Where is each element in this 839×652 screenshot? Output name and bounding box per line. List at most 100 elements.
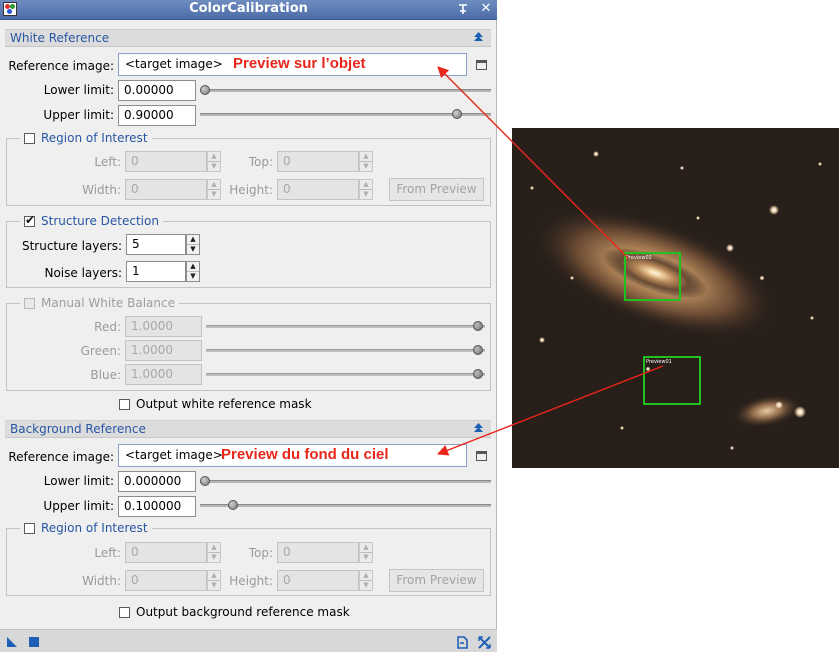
green-label: Green:	[80, 344, 121, 358]
white-roi-left-input[interactable]: 0	[125, 151, 207, 172]
background-upper-limit-slider[interactable]	[200, 499, 491, 511]
manual-white-balance-checkbox[interactable]	[24, 297, 35, 309]
window-title: ColorCalibration	[189, 1, 308, 16]
slider-thumb[interactable]	[200, 476, 210, 486]
white-roi-width-input[interactable]: 0	[125, 179, 207, 200]
background-upper-limit-input[interactable]: 0.100000	[118, 496, 196, 517]
background-roi-width-label: Width:	[82, 574, 121, 588]
title-bar[interactable]: ColorCalibration ✕	[0, 0, 497, 20]
structure-detection-header[interactable]: ✔ Structure Detection	[20, 213, 163, 229]
white-roi-left-label: Left:	[94, 155, 121, 169]
checkmark-icon: ✔	[25, 212, 36, 227]
blue-input[interactable]: 1.0000	[125, 364, 202, 385]
white-roi-checkbox[interactable]	[24, 132, 35, 144]
structure-layers-spinner[interactable]: ▲ ▼	[186, 234, 200, 255]
slider-track	[206, 373, 485, 376]
output-background-mask-checkbox[interactable]	[119, 606, 130, 618]
close-icon[interactable]: ✕	[478, 1, 494, 17]
blue-slider[interactable]	[206, 368, 485, 380]
white-upper-limit-label: Upper limit:	[43, 108, 114, 122]
white-roi-height-input[interactable]: 0	[277, 179, 359, 200]
background-roi-height-input[interactable]: 0	[277, 570, 359, 591]
white-roi-top-spinner[interactable]: ▲ ▼	[359, 151, 373, 172]
structure-layers-label: Structure layers:	[21, 239, 122, 253]
new-instance-triangle-icon[interactable]	[6, 636, 18, 651]
reset-icon[interactable]	[456, 636, 469, 652]
slider-track	[200, 89, 491, 92]
white-roi-title: Region of Interest	[41, 131, 148, 145]
background-roi-top-spinner[interactable]: ▲ ▼	[359, 542, 373, 563]
output-white-mask-label: Output white reference mask	[136, 397, 312, 411]
output-white-mask-checkbox[interactable]	[119, 398, 130, 410]
white-reference-section-label: White Reference	[10, 31, 110, 45]
white-upper-limit-slider[interactable]	[200, 108, 491, 120]
blue-label: Blue:	[90, 368, 121, 382]
background-roi-top-label: Top:	[248, 546, 273, 560]
background-roi-title: Region of Interest	[41, 521, 148, 535]
slider-thumb[interactable]	[200, 85, 210, 95]
output-background-mask-label: Output background reference mask	[136, 605, 350, 619]
slider-thumb[interactable]	[228, 500, 238, 510]
white-roi-height-spinner[interactable]: ▲ ▼	[359, 179, 373, 200]
background-upper-limit-label: Upper limit:	[43, 499, 114, 513]
background-lower-limit-slider[interactable]	[200, 475, 491, 487]
white-roi-top-label: Top:	[248, 155, 273, 169]
slider-thumb[interactable]	[473, 345, 483, 355]
red-input[interactable]: 1.0000	[125, 316, 202, 337]
collapse-up-icon[interactable]	[473, 31, 484, 45]
slider-thumb[interactable]	[452, 109, 462, 119]
green-slider[interactable]	[206, 344, 485, 356]
manual-white-balance-title: Manual White Balance	[41, 296, 175, 310]
structure-layers-input[interactable]: 5	[126, 234, 186, 255]
white-roi-header[interactable]: Region of Interest	[20, 130, 152, 146]
slider-thumb[interactable]	[473, 321, 483, 331]
background-roi-header[interactable]: Region of Interest	[20, 520, 152, 536]
background-roi-checkbox[interactable]	[24, 522, 35, 534]
noise-layers-spinner[interactable]: ▲ ▼	[186, 261, 200, 282]
white-roi-top-input[interactable]: 0	[277, 151, 359, 172]
view-list-icon[interactable]	[476, 60, 487, 70]
white-from-preview-button[interactable]: From Preview	[389, 178, 484, 201]
pin-icon[interactable]	[455, 1, 471, 17]
red-slider[interactable]	[206, 320, 485, 332]
background-from-preview-button[interactable]: From Preview	[389, 569, 484, 592]
white-roi-width-label: Width:	[82, 183, 121, 197]
slider-track	[200, 480, 491, 483]
background-reference-image-label: Reference image:	[8, 450, 114, 464]
background-reference-section-label: Background Reference	[10, 422, 146, 436]
background-roi-height-label: Height:	[229, 574, 273, 588]
background-reference-image-value: <target image>	[125, 448, 223, 462]
manual-white-balance-header[interactable]: Manual White Balance	[20, 295, 179, 311]
white-lower-limit-input[interactable]: 0.00000	[118, 80, 196, 101]
slider-thumb[interactable]	[473, 369, 483, 379]
background-roi-width-input[interactable]: 0	[125, 570, 207, 591]
apply-global-square-icon[interactable]	[28, 636, 40, 651]
green-input[interactable]: 1.0000	[125, 340, 202, 361]
background-reference-section-bar[interactable]: Background Reference	[5, 420, 491, 438]
collapse-up-icon[interactable]	[473, 422, 484, 436]
noise-layers-input[interactable]: 1	[126, 261, 186, 282]
view-list-icon[interactable]	[476, 451, 487, 461]
white-reference-image-label: Reference image:	[8, 59, 114, 73]
background-roi-height-spinner[interactable]: ▲ ▼	[359, 570, 373, 591]
slider-track	[206, 325, 485, 328]
object-preview-annotation: Preview sur l’objet	[233, 55, 366, 72]
red-label: Red:	[94, 320, 121, 334]
white-reference-section-bar[interactable]: White Reference	[5, 29, 491, 47]
background-roi-top-input[interactable]: 0	[277, 542, 359, 563]
background-lower-limit-input[interactable]: 0.000000	[118, 471, 196, 492]
background-lower-limit-label: Lower limit:	[43, 474, 114, 488]
structure-detection-checkbox[interactable]: ✔	[24, 212, 36, 227]
white-upper-limit-input[interactable]: 0.90000	[118, 105, 196, 126]
white-lower-limit-slider[interactable]	[200, 84, 491, 96]
sky-preview-annotation: Preview du fond du ciel	[221, 446, 389, 463]
output-white-mask-option[interactable]: Output white reference mask	[119, 397, 312, 411]
white-reference-image-value: <target image>	[125, 57, 223, 71]
bottom-toolbar	[0, 629, 497, 652]
white-roi-height-label: Height:	[229, 183, 273, 197]
output-background-mask-option[interactable]: Output background reference mask	[119, 605, 350, 619]
preferences-icon[interactable]	[478, 636, 491, 652]
noise-layers-label: Noise layers:	[44, 266, 122, 280]
slider-track	[200, 113, 491, 116]
background-roi-left-input[interactable]: 0	[125, 542, 207, 563]
